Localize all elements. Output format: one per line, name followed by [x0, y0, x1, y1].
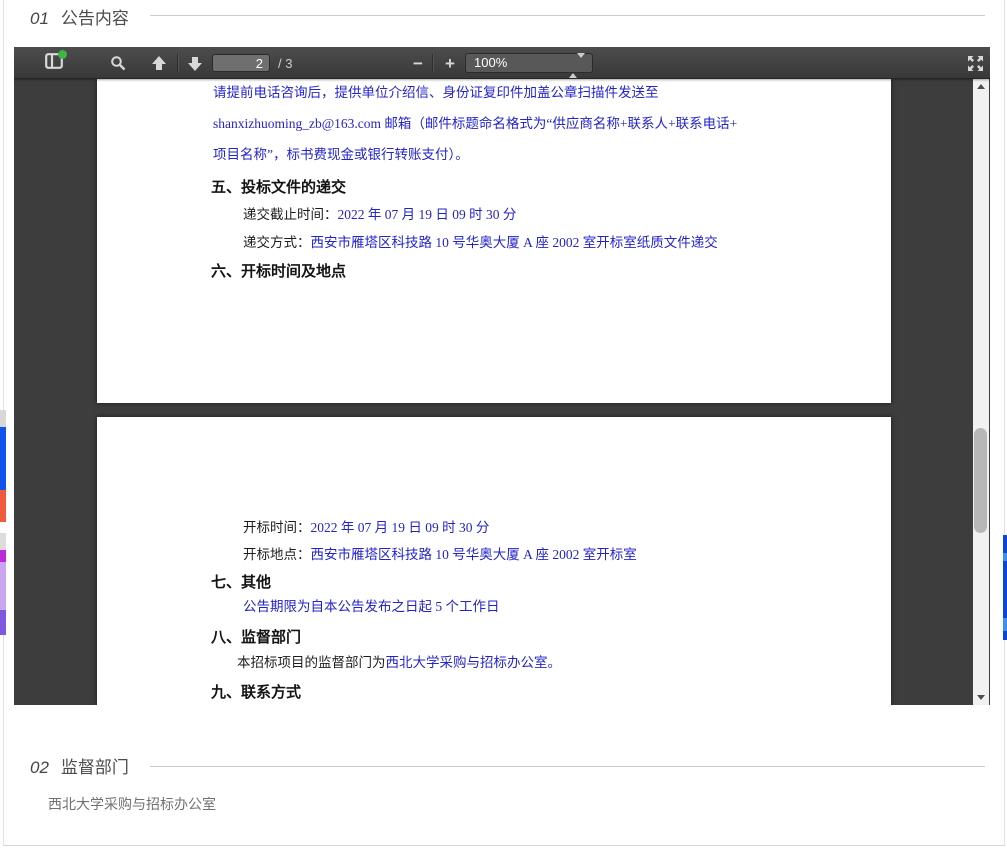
right-floating-widget[interactable]: [1003, 535, 1007, 640]
section-02-header: 02 监督部门: [30, 753, 129, 778]
scroll-up-button[interactable]: [973, 79, 989, 94]
open-time-label: 开标时间：: [243, 520, 311, 535]
left-widget-segment[interactable]: [0, 490, 6, 522]
page-bottom-border: [3, 845, 1005, 846]
doc-line-deadline: 递交截止时间：2022 年 07 月 19 日 09 时 30 分: [243, 206, 516, 223]
scroll-down-button[interactable]: [973, 690, 989, 705]
page-up-button[interactable]: [144, 47, 174, 79]
zoom-level-label: 100%: [474, 55, 507, 70]
search-icon: [110, 55, 126, 71]
scroll-up-icon: [977, 84, 985, 89]
doc-heading-8: 八、监督部门: [211, 626, 301, 647]
page-container: 01 公告内容: [0, 0, 1007, 851]
deadline-value: 2022 年 07 月 19 日 09 时 30 分: [338, 207, 517, 222]
method-label: 递交方式：: [243, 235, 311, 250]
method-value: 西安市雁塔区科技路 10 号华奥大厦 A 座 2002 室开标室纸质文件递交: [311, 235, 718, 250]
sidebar-toggle-button[interactable]: [36, 47, 72, 79]
zoom-out-icon: −: [413, 55, 423, 72]
toolbar-separator: [432, 54, 433, 72]
right-widget-mark: [1003, 553, 1007, 561]
pdf-viewer: / 3 − + 100%: [14, 47, 990, 705]
pdf-page-1: 请提前电话咨询后，提供单位介绍信、身份证复印件加盖公章扫描件发送至 shanxi…: [97, 79, 891, 403]
right-widget-mark: [1003, 618, 1007, 631]
doc-line-notice-period: 公告期限为自本公告发布之日起 5 个工作日: [243, 598, 500, 615]
select-spinner-icon: [569, 57, 585, 75]
section-01-number: 01: [30, 9, 49, 28]
doc-line-open-place: 开标地点：西安市雁塔区科技路 10 号华奥大厦 A 座 2002 室开标室: [243, 546, 637, 563]
zoom-out-button[interactable]: −: [406, 47, 430, 79]
page-up-icon: [151, 56, 167, 71]
doc-line-para-3: 项目名称”，标书费现金或银行转账支付）。: [213, 146, 469, 163]
fullscreen-button[interactable]: [960, 47, 990, 79]
pdf-scrollbar[interactable]: [973, 79, 989, 705]
doc-line-supervisor: 本招标项目的监督部门为西北大学采购与招标办公室。: [237, 654, 561, 671]
page-number-input[interactable]: [212, 54, 270, 72]
doc-line-open-time: 开标时间：2022 年 07 月 19 日 09 时 30 分: [243, 519, 489, 536]
fullscreen-icon: [967, 55, 984, 72]
left-widget-segment[interactable]: [0, 533, 6, 550]
pdf-toolbar: / 3 − + 100%: [14, 47, 990, 79]
doc-line-para-2: shanxizhuoming_zb@163.com 邮箱（邮件标题命名格式为“供…: [213, 115, 737, 132]
toolbar-separator: [177, 54, 178, 72]
left-widget-segment[interactable]: [0, 410, 6, 427]
page-count-label: / 3: [278, 47, 292, 79]
notification-dot: [58, 50, 67, 59]
open-place-value: 西安市雁塔区科技路 10 号华奥大厦 A 座 2002 室开标室: [311, 547, 637, 562]
doc-heading-6: 六、开标时间及地点: [211, 260, 346, 281]
scroll-down-icon: [977, 695, 985, 700]
find-button[interactable]: [102, 47, 134, 79]
supervisor-prefix: 本招标项目的监督部门为: [237, 655, 386, 670]
left-widget-segment[interactable]: [0, 610, 6, 635]
supervisor-suffix: 。: [548, 655, 562, 670]
sidebar-toggle-icon: [45, 53, 63, 74]
supervisor-department-text: 西北大学采购与招标办公室: [48, 794, 216, 814]
page-right-border: [1004, 0, 1005, 845]
scrollbar-thumb[interactable]: [974, 428, 987, 533]
doc-line-para-1: 请提前电话咨询后，提供单位介绍信、身份证复印件加盖公章扫描件发送至: [213, 84, 659, 101]
section-02-number: 02: [30, 758, 49, 777]
open-place-label: 开标地点：: [243, 547, 311, 562]
section-01-title: 公告内容: [61, 9, 129, 28]
page-down-button[interactable]: [180, 47, 210, 79]
section-01-header: 01 公告内容: [30, 4, 129, 29]
zoom-select[interactable]: 100%: [465, 53, 593, 73]
left-floating-widget[interactable]: [0, 410, 6, 635]
open-time-value: 2022 年 07 月 19 日 09 时 30 分: [311, 520, 490, 535]
left-widget-segment[interactable]: [0, 562, 6, 610]
left-widget-segment[interactable]: [0, 522, 6, 533]
section-02-divider: [150, 766, 985, 767]
section-02-title: 监督部门: [61, 758, 129, 777]
doc-heading-9: 九、联系方式: [211, 681, 301, 702]
left-widget-segment[interactable]: [0, 427, 6, 490]
page-down-icon: [187, 56, 203, 71]
zoom-in-button[interactable]: +: [438, 47, 462, 79]
deadline-label: 递交截止时间：: [243, 207, 338, 222]
section-01-divider: [150, 15, 985, 16]
zoom-in-icon: +: [445, 55, 455, 72]
pdf-page-2: 开标时间：2022 年 07 月 19 日 09 时 30 分 开标地点：西安市…: [97, 417, 891, 705]
doc-heading-7: 七、其他: [211, 571, 271, 592]
doc-line-method: 递交方式：西安市雁塔区科技路 10 号华奥大厦 A 座 2002 室开标室纸质文…: [243, 234, 718, 251]
supervisor-link: 西北大学采购与招标办公室: [386, 655, 548, 670]
left-widget-segment[interactable]: [0, 550, 6, 562]
doc-heading-5: 五、投标文件的递交: [211, 176, 346, 197]
